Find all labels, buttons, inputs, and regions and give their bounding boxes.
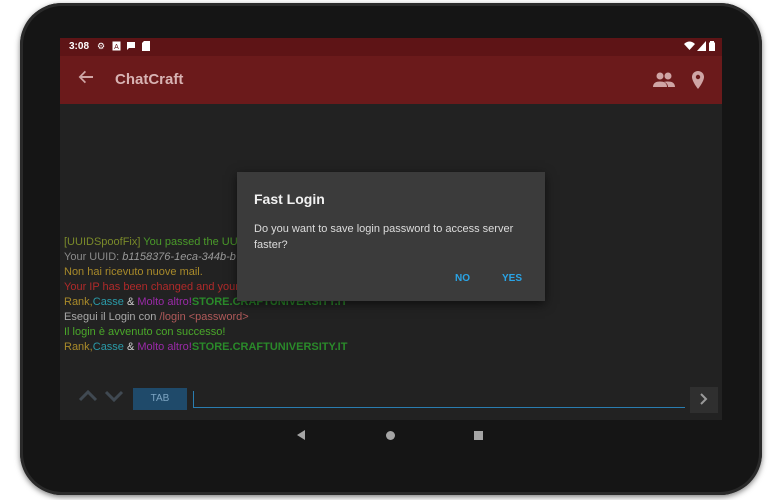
chat-segment: b1158376-1eca-344b-b7 <box>122 251 242 263</box>
text-cursor <box>193 391 194 407</box>
chat-segment: & <box>123 296 138 308</box>
battery-icon <box>707 41 717 52</box>
chat-line: Il login è avvenuto con successo! <box>64 326 225 338</box>
navigation-bar <box>60 420 722 452</box>
chat-segment: Casse <box>92 341 124 353</box>
scroll-down-icon[interactable] <box>104 389 124 403</box>
chat-segment: [UUIDSpoofFix] <box>64 236 144 248</box>
chat-line: Your UUID: b1158376-1eca-344b-b7 <box>64 251 242 263</box>
chat-line: [UUIDSpoofFix] You passed the UUI <box>64 236 241 248</box>
back-arrow-icon[interactable] <box>74 68 98 92</box>
chat-segment: Molto altro! <box>137 296 192 308</box>
chat-segment: Esegui il Login con <box>64 311 160 323</box>
nav-recents-icon[interactable] <box>474 431 483 440</box>
nav-home-icon[interactable] <box>386 431 395 440</box>
tab-button[interactable]: TAB <box>133 388 187 410</box>
chat-line: Non hai ricevuto nuove mail. <box>64 266 203 278</box>
a-icon: A <box>111 41 121 52</box>
no-button[interactable]: NO <box>455 273 470 284</box>
yes-button[interactable]: YES <box>502 273 522 284</box>
settings-icon: ⚙ <box>96 41 106 51</box>
sd-card-icon <box>141 41 151 52</box>
app-title: ChatCraft <box>115 71 184 88</box>
chat-segment: Molto altro! <box>137 341 192 353</box>
wifi-icon <box>684 41 695 52</box>
chat-input[interactable] <box>193 407 685 408</box>
status-time: 3:08 <box>69 41 90 52</box>
input-bar: TAB <box>60 385 722 415</box>
chat-segment: Non hai ricevuto nuove mail. <box>64 266 203 278</box>
svg-text:A: A <box>114 44 119 51</box>
scroll-up-icon[interactable] <box>78 389 98 403</box>
chat-segment: STORE.CRAFTUNIVERSITY.IT <box>191 341 348 353</box>
send-button[interactable] <box>690 387 718 413</box>
chat-segment: Casse <box>92 296 124 308</box>
dialog-message: Do you want to save login password to ac… <box>254 223 514 251</box>
message-icon <box>126 41 136 52</box>
dialog-title: Fast Login <box>254 191 325 207</box>
chat-segment: Il login è avvenuto con successo! <box>64 326 226 338</box>
people-icon[interactable] <box>652 69 676 91</box>
fast-login-dialog: Fast Login Do you want to save login pas… <box>237 172 545 301</box>
chat-segment: You passed the UUI <box>143 236 241 248</box>
chat-segment: Rank, <box>64 341 93 353</box>
chevron-right-icon <box>700 393 708 405</box>
app-screen: 3:08 ⚙ A ChatCraft [UUIDSpoofFix] You pa… <box>60 38 722 420</box>
status-bar: 3:08 ⚙ A <box>60 38 722 56</box>
nav-back-icon[interactable] <box>297 430 305 440</box>
app-bar: ChatCraft <box>60 56 722 104</box>
chat-segment: /login <password> <box>159 311 249 323</box>
location-pin-icon[interactable] <box>688 69 712 91</box>
signal-icon <box>696 41 706 52</box>
chat-line: Esegui il Login con /login <password> <box>64 311 249 323</box>
chat-segment: & <box>123 341 138 353</box>
chat-line: Rank,Casse & Molto altro!STORE.CRAFTUNIV… <box>64 341 347 353</box>
chat-segment: Your UUID: <box>64 251 123 263</box>
chat-segment: Rank, <box>64 296 93 308</box>
